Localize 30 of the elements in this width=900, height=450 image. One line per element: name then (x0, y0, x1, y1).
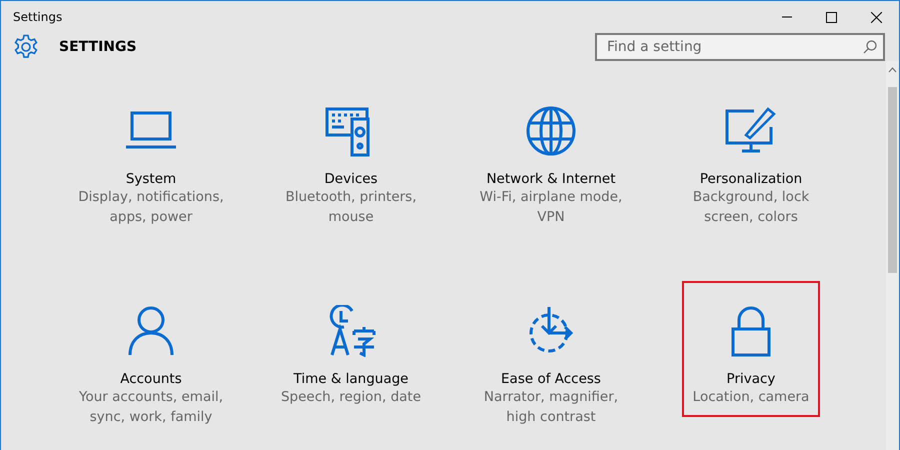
category-title: System (126, 171, 176, 187)
category-title: Devices (324, 171, 378, 187)
scroll-up-icon[interactable] (888, 67, 897, 73)
category-tile[interactable]: Personalization Background, lock screen, colors (682, 97, 820, 237)
category-description: Background, lock screen, colors (692, 188, 810, 227)
minimize-icon (782, 16, 792, 18)
globe-icon (524, 105, 578, 157)
page-title: SETTINGS (59, 39, 138, 55)
settings-icon (13, 34, 39, 60)
scrollbar[interactable] (886, 61, 899, 450)
category-description: Narrator, magnifier, high contrast (482, 388, 620, 427)
category-tile[interactable]: Devices Bluetooth, printers, mouse (282, 97, 420, 237)
close-icon (871, 12, 882, 22)
category-title: Accounts (120, 371, 182, 387)
category-description: Bluetooth, printers, mouse (284, 188, 418, 227)
category-description: Location, camera (692, 388, 810, 407)
category-tile[interactable]: Privacy Location, camera (682, 281, 820, 417)
category-tile[interactable]: Time & language Speech, region, date (282, 297, 420, 417)
category-title: Privacy (726, 371, 776, 387)
search-icon (863, 40, 877, 54)
category-description: Your accounts, email, sync, work, family (78, 388, 224, 427)
category-title: Ease of Access (501, 371, 601, 387)
category-title: Personalization (700, 171, 802, 187)
category-title: Time & language (293, 371, 408, 387)
window-title: Settings (13, 10, 64, 24)
category-description: Speech, region, date (280, 388, 422, 407)
search-field[interactable]: Find a setting (595, 33, 885, 61)
category-tile[interactable]: Ease of Access Narrator, magnifier, high contrast (482, 297, 620, 437)
category-title: Network & Internet (486, 171, 616, 187)
maximize-icon (826, 12, 837, 22)
